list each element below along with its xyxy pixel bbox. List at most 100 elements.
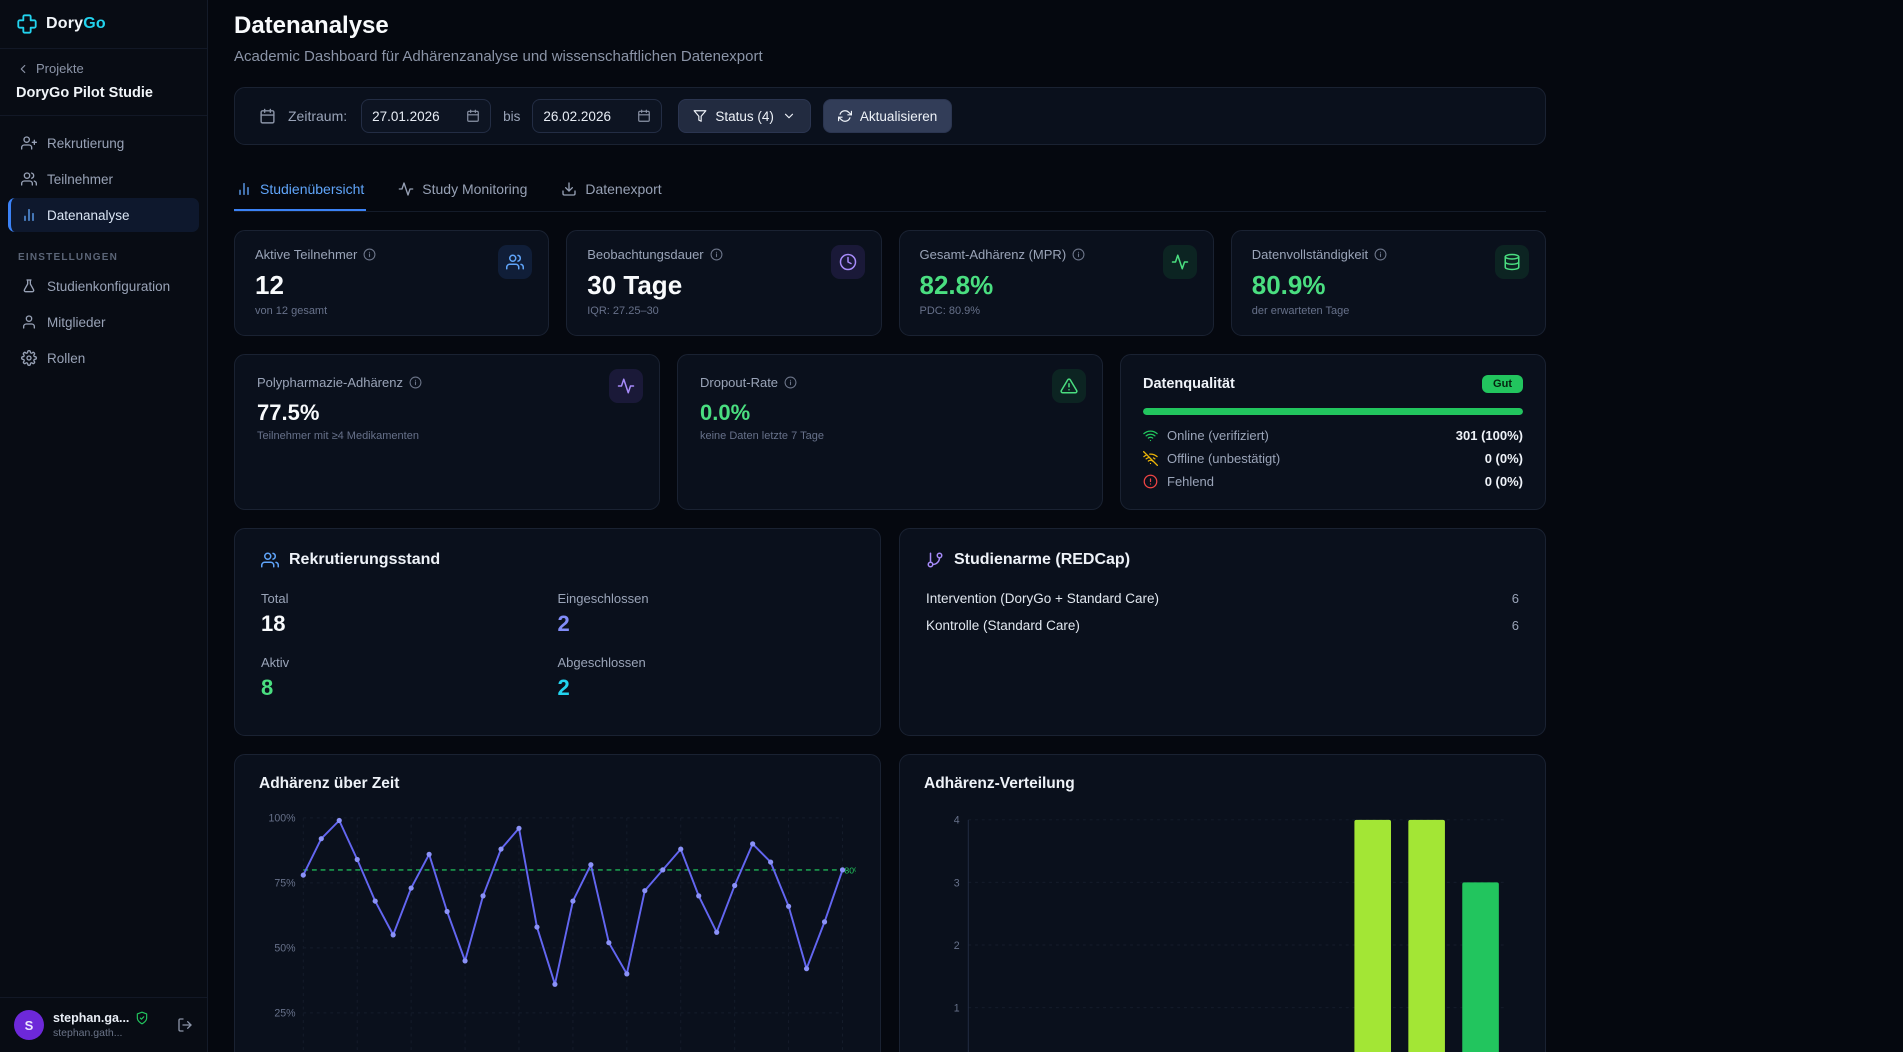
quality-value: 0 (0%)	[1485, 451, 1523, 466]
sidebar: DoryGo Projekte DoryGo Pilot Studie Rekr…	[0, 0, 208, 1052]
stat-value: 80.9%	[1252, 270, 1525, 301]
info-icon[interactable]	[363, 248, 376, 261]
stat-card-datenvollstaendigkeit: Datenvollständigkeit 80.9% der erwartete…	[1231, 230, 1546, 336]
tab-label: Studienübersicht	[260, 181, 364, 197]
date-to-field[interactable]	[532, 99, 662, 133]
flask-icon	[21, 278, 37, 294]
recruitment-label: Total	[261, 591, 558, 606]
bar-chart-icon	[236, 181, 252, 197]
tab-study-monitoring[interactable]: Study Monitoring	[396, 175, 529, 211]
recruitment-item-total: Total 18	[261, 591, 558, 637]
info-icon[interactable]	[409, 376, 422, 389]
quality-row-online: Online (verifiziert) 301 (100%)	[1143, 428, 1523, 443]
bis-label: bis	[503, 109, 520, 124]
sidebar-item-mitglieder[interactable]: Mitglieder	[8, 305, 199, 339]
info-icon[interactable]	[710, 248, 723, 261]
quality-progress-bar	[1143, 408, 1523, 415]
settings-section-label: EINSTELLUNGEN	[0, 232, 207, 269]
date-from-field[interactable]	[361, 99, 491, 133]
chart-title: Adhärenz-Verteilung	[924, 775, 1521, 793]
sidebar-item-label: Datenanalyse	[47, 208, 130, 223]
sidebar-item-studienkonfiguration[interactable]: Studienkonfiguration	[8, 269, 199, 303]
project-block: Projekte DoryGo Pilot Studie	[0, 49, 207, 116]
stat-title: Polypharmazie-Adhärenz	[257, 375, 403, 390]
dorygo-logo-icon	[16, 13, 38, 35]
activity-icon	[617, 377, 635, 395]
sidebar-item-rollen[interactable]: Rollen	[8, 341, 199, 375]
refresh-icon	[838, 109, 852, 123]
stat-value: 82.8%	[920, 270, 1193, 301]
sidebar-item-label: Teilnehmer	[47, 172, 113, 187]
quality-row-fehlend: Fehlend 0 (0%)	[1143, 474, 1523, 489]
project-name: DoryGo Pilot Studie	[16, 85, 191, 101]
date-to-input[interactable]	[543, 109, 629, 124]
date-from-input[interactable]	[372, 109, 458, 124]
calendar-icon	[259, 108, 276, 125]
user-names: stephan.ga... stephan.gath...	[53, 1011, 149, 1039]
arm-list: Intervention (DoryGo + Standard Care) 6 …	[926, 591, 1519, 633]
sidebar-item-rekrutierung[interactable]: Rekrutierung	[8, 126, 199, 160]
svg-text:3: 3	[954, 877, 960, 889]
charts-row: Adhärenz über Zeit 100%75%50%25%0%80% Ad…	[234, 754, 1546, 1052]
stat-card-gesamt-adhaerenz: Gesamt-Adhärenz (MPR) 82.8% PDC: 80.9%	[899, 230, 1214, 336]
stat-title: Beobachtungsdauer	[587, 247, 703, 262]
chart-card-adhaerenz-ueber-zeit: Adhärenz über Zeit 100%75%50%25%0%80%	[234, 754, 881, 1052]
recruitment-label: Eingeschlossen	[558, 591, 855, 606]
info-icon[interactable]	[1072, 248, 1085, 261]
adherence-line-chart: 100%75%50%25%0%80%	[259, 805, 856, 1052]
database-icon	[1503, 253, 1521, 271]
dorygo-logo[interactable]: DoryGo	[0, 0, 207, 49]
recruitment-item-aktiv: Aktiv 8	[261, 655, 558, 701]
logo-text: DoryGo	[46, 15, 106, 33]
filter-icon	[693, 109, 707, 123]
sidebar-item-teilnehmer[interactable]: Teilnehmer	[8, 162, 199, 196]
tab-studienuebersicht[interactable]: Studienübersicht	[234, 175, 366, 211]
logout-icon[interactable]	[177, 1017, 193, 1033]
panel-studienarme: Studienarme (REDCap) Intervention (DoryG…	[899, 528, 1546, 736]
users-icon	[506, 253, 524, 271]
stat-subtext: von 12 gesamt	[255, 305, 528, 317]
chevron-down-icon	[782, 109, 796, 123]
stat-subtext: IQR: 27.25–30	[587, 305, 860, 317]
main-content: Datenanalyse Academic Dashboard für Adhä…	[208, 0, 1903, 1052]
avatar[interactable]: S	[14, 1010, 44, 1040]
info-icon[interactable]	[1374, 248, 1387, 261]
stat-value: 30 Tage	[587, 270, 860, 301]
stat-card-beobachtungsdauer: Beobachtungsdauer 30 Tage IQR: 27.25–30	[566, 230, 881, 336]
tab-datenexport[interactable]: Datenexport	[559, 175, 663, 211]
info-icon[interactable]	[784, 376, 797, 389]
quality-label: Offline (unbestätigt)	[1167, 451, 1280, 466]
stat-subtext: keine Daten letzte 7 Tage	[700, 430, 1080, 442]
recruitment-value: 8	[261, 675, 558, 701]
sidebar-item-label: Rollen	[47, 351, 85, 366]
logo-text-dory: Dory	[46, 15, 83, 32]
quality-value: 301 (100%)	[1456, 428, 1523, 443]
page-title: Datenanalyse	[234, 12, 1546, 40]
card-polypharmazie: Polypharmazie-Adhärenz 77.5% Teilnehmer …	[234, 354, 660, 510]
users-icon	[21, 171, 37, 187]
wifi-off-icon	[1143, 451, 1158, 466]
calendar-icon[interactable]	[466, 109, 480, 123]
refresh-label: Aktualisieren	[860, 109, 937, 124]
page-subtitle: Academic Dashboard für Adhärenzanalyse u…	[234, 48, 1546, 65]
settings-nav: Studienkonfiguration Mitglieder Rollen	[0, 269, 207, 375]
svg-text:4: 4	[954, 815, 960, 827]
calendar-icon[interactable]	[637, 109, 651, 123]
status-filter-button[interactable]: Status (4)	[678, 99, 811, 133]
refresh-button[interactable]: Aktualisieren	[823, 99, 952, 133]
mid-cards-row: Polypharmazie-Adhärenz 77.5% Teilnehmer …	[234, 354, 1546, 510]
back-to-projects-link[interactable]: Projekte	[16, 61, 191, 76]
date-range-label: Zeitraum:	[288, 108, 347, 124]
back-label: Projekte	[36, 61, 84, 76]
recruitment-grid: Total 18 Eingeschlossen 2 Aktiv 8 Abge	[261, 591, 854, 701]
alert-triangle-icon	[1060, 377, 1078, 395]
sidebar-item-datenanalyse[interactable]: Datenanalyse	[8, 198, 199, 232]
chevron-left-icon	[16, 62, 30, 76]
users-icon	[261, 551, 279, 569]
svg-text:25%: 25%	[274, 1008, 296, 1020]
recruitment-item-eingeschlossen: Eingeschlossen 2	[558, 591, 855, 637]
svg-text:100%: 100%	[269, 813, 297, 825]
stat-subtext: PDC: 80.9%	[920, 305, 1193, 317]
quality-title: Datenqualität	[1143, 376, 1235, 392]
panel-title: Studienarme (REDCap)	[954, 551, 1130, 569]
